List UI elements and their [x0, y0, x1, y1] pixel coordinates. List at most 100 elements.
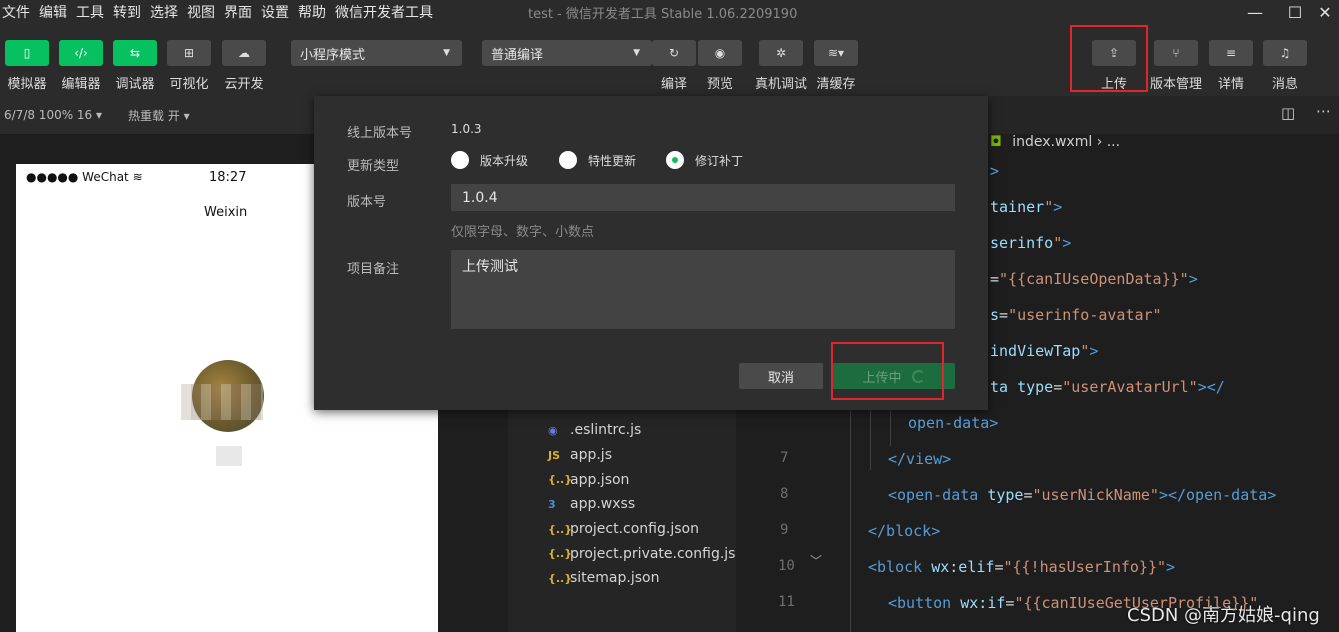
file-item[interactable]: {..} project.private.config.js... [548, 541, 749, 566]
layout-icon: ⊞ [167, 40, 211, 66]
breadcrumb-file[interactable]: index.wxml [1012, 134, 1092, 150]
code-token: "{{canIUseOpenData}}" [999, 270, 1189, 288]
debug-icon: ⇆ [113, 40, 157, 66]
code-line: </view> [888, 450, 951, 468]
code-token: " [1053, 234, 1063, 252]
tool-bug[interactable]: ✲ 真机调试 [755, 40, 807, 92]
code-token: open-data> [908, 414, 999, 432]
code-line: ta type="userAvatarUrl"></ [990, 378, 1225, 396]
tool-label: 版本管理 [1150, 77, 1203, 92]
json-icon: {..} [548, 522, 573, 536]
tool-label: 模拟器 [7, 77, 47, 92]
menu-item[interactable]: 视图 [187, 2, 215, 22]
code-token: type [987, 486, 1024, 504]
file-name: sitemap.json [570, 570, 660, 587]
file-item[interactable]: {..} project.config.json [548, 517, 749, 542]
file-name: app.wxss [570, 496, 636, 513]
tool-cloud[interactable]: ☁ 云开发 [222, 40, 266, 92]
more-icon[interactable]: ⋯ [1316, 102, 1331, 120]
version-input[interactable]: 1.0.4 [451, 184, 955, 211]
menu-item[interactable]: 文件 [2, 2, 30, 22]
code-token: > [1062, 234, 1072, 252]
indent-guide [850, 410, 851, 632]
split-editor-icon[interactable]: ◫ [1281, 104, 1295, 122]
tool-branch[interactable]: ⑂ 版本管理 [1150, 40, 1202, 92]
close-button[interactable]: ✕ [1310, 0, 1339, 24]
menu-item[interactable]: 选择 [150, 2, 178, 22]
radio-label: 特性更新 [588, 153, 637, 168]
update-type-label: 更新类型 [347, 159, 400, 174]
code-token: ta [990, 378, 1018, 396]
phone-status: ●●●●● WeChat ≋ [26, 170, 143, 184]
uploading-highlight-box [831, 342, 944, 400]
line-number: 7 [780, 450, 789, 466]
radio-label: 版本升级 [480, 153, 529, 168]
tool-layers[interactable]: ≋▾ 清缓存 [814, 40, 858, 92]
update-type-radio[interactable]: 修订补丁 [666, 151, 743, 169]
minimize-button[interactable]: — [1240, 0, 1270, 24]
tool-debug[interactable]: ⇆ 调试器 [113, 40, 157, 92]
menu-item[interactable]: 设置 [261, 2, 289, 22]
branch-icon: ⑂ [1154, 40, 1198, 66]
code-token: = [1023, 486, 1033, 504]
version-hint: 仅限字母、数字、小数点 [451, 225, 595, 240]
menu-item[interactable]: 转到 [113, 2, 141, 22]
tool-phone[interactable]: ▯ 模拟器 [5, 40, 49, 92]
code-token: </view> [888, 450, 952, 468]
tool-label: 编辑器 [61, 77, 101, 92]
code-token: ></ [1197, 378, 1225, 396]
compile-select[interactable]: 普通编译 ▼ [482, 40, 652, 66]
code-token: "userinfo-avatar" [1008, 306, 1162, 324]
file-item[interactable]: ◉ .eslintrc.js [548, 418, 749, 443]
line-number: 10 [778, 558, 795, 574]
fold-chevron-icon[interactable]: ﹀ [810, 552, 822, 569]
code-token: > [990, 162, 1000, 180]
code-token: > [1188, 270, 1198, 288]
menu-item[interactable]: 界面 [224, 2, 252, 22]
tool-eye[interactable]: ◉ 预览 [698, 40, 742, 92]
tool-bell[interactable]: ♫ 消息 [1263, 40, 1307, 92]
code-token: <open-data [888, 486, 988, 504]
file-item[interactable]: 3 app.wxss [548, 492, 749, 517]
update-type-radio[interactable]: 特性更新 [559, 151, 636, 169]
tool-refresh[interactable]: ↻ 编译 [652, 40, 696, 92]
bell-icon: ♫ [1263, 40, 1307, 66]
code-token: wx:if [960, 594, 1006, 612]
file-name: project.private.config.js... [570, 545, 749, 562]
line-number: 8 [780, 486, 789, 502]
menu-item[interactable]: 工具 [76, 2, 104, 22]
tool-code[interactable]: ‹/› 编辑器 [59, 40, 103, 92]
code-line: tainer"> [990, 198, 1062, 216]
breadcrumb-rest[interactable]: › ... [1097, 134, 1120, 150]
tool-label: 详情 [1217, 77, 1244, 92]
cancel-button[interactable]: 取消 [739, 363, 823, 389]
upload-highlight-box [1070, 25, 1148, 92]
tool-layout[interactable]: ⊞ 可视化 [167, 40, 211, 92]
mode-select[interactable]: 小程序模式 ▼ [291, 40, 462, 66]
tool-menu[interactable]: ≡ 详情 [1209, 40, 1253, 92]
code-token: "{{!hasUserInfo}}" [1003, 558, 1167, 576]
menu-item[interactable]: 帮助 [298, 2, 326, 22]
file-item[interactable]: {..} app.json [548, 467, 749, 492]
carrier-label: ●●●●● WeChat [26, 170, 129, 184]
eslint-icon: ◉ [548, 423, 558, 437]
code-token: "userNickName" [1032, 486, 1159, 504]
device-select[interactable]: 6/7/8 100% 16 ▾ [4, 108, 102, 122]
notes-textarea[interactable]: 上传测试 [451, 250, 955, 329]
code-token: </block> [868, 522, 941, 540]
indent-guide [870, 410, 871, 470]
update-type-radio[interactable]: 版本升级 [451, 151, 528, 169]
radio-label: 修订补丁 [695, 153, 744, 168]
file-item[interactable]: {..} sitemap.json [548, 566, 749, 591]
menu-item[interactable]: 编辑 [39, 2, 67, 22]
code-line: > [990, 162, 999, 180]
code-token: = [999, 306, 1009, 324]
mode-select-value: 小程序模式 [300, 47, 366, 63]
menu-item[interactable]: 微信开发者工具 [335, 2, 433, 22]
hot-reload-toggle[interactable]: 热重载 开 ▾ [128, 107, 190, 124]
tool-label: 编译 [660, 77, 687, 92]
js-icon: JS [548, 448, 561, 462]
phone-icon: ▯ [5, 40, 49, 66]
file-item[interactable]: JS app.js [548, 443, 749, 468]
maximize-button[interactable]: ☐ [1280, 0, 1310, 24]
